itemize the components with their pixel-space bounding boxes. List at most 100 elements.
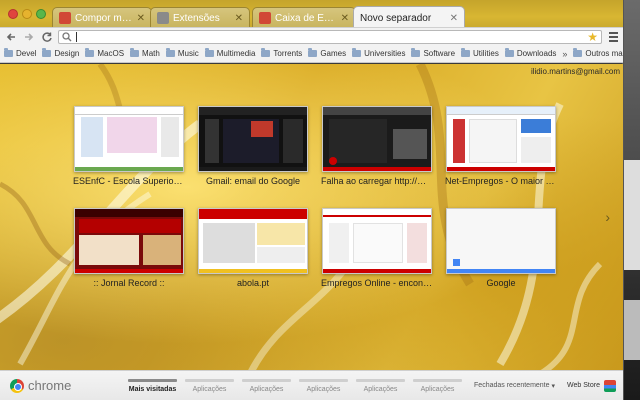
most-visited-tile[interactable]: abola.pt xyxy=(198,208,308,288)
forward-button[interactable] xyxy=(22,30,36,44)
search-icon xyxy=(62,31,72,41)
web-store-icon xyxy=(604,379,616,392)
reload-icon xyxy=(42,31,52,42)
tile-accent-bar xyxy=(75,167,183,171)
bookmark-label: Universities xyxy=(364,49,406,58)
tile-title: abola.pt xyxy=(236,278,270,288)
tile-title: Google xyxy=(486,278,516,288)
bookmark-folder-math[interactable]: Math xyxy=(130,48,160,58)
most-visited-tile[interactable]: Empregos Online - encontre ... xyxy=(321,208,433,288)
thumb-block xyxy=(205,119,219,163)
most-visited-tile[interactable]: Net-Empregos - O maior site... xyxy=(445,106,557,186)
chrome-menu-button[interactable] xyxy=(606,30,620,44)
tile-accent-bar xyxy=(75,269,183,273)
omnibox-input[interactable] xyxy=(81,31,584,42)
bookmark-folder-multimedia[interactable]: Multimedia xyxy=(204,48,255,58)
tile-thumbnail xyxy=(446,106,556,172)
most-visited-tile[interactable]: Google xyxy=(446,208,556,288)
most-visited-tile[interactable]: Falha ao carregar http://my... xyxy=(321,106,433,186)
bookmark-folder-utilities[interactable]: Utilities xyxy=(461,48,499,58)
bookmark-folder-macos[interactable]: MacOS xyxy=(85,48,124,58)
bookmark-label: Devel xyxy=(16,49,37,58)
page-apps[interactable]: Aplicações xyxy=(181,378,238,393)
thumb-header xyxy=(199,107,307,115)
bookmark-folder-universities[interactable]: Universities xyxy=(352,48,406,58)
thumb-block xyxy=(521,119,551,133)
tile-accent-bar xyxy=(323,269,431,273)
tile-accent-bar xyxy=(199,167,307,171)
tile-accent-bar xyxy=(323,167,431,171)
tile-accent-bar xyxy=(447,269,555,273)
bookmark-folder-devel[interactable]: Devel xyxy=(4,48,37,58)
tab-label: Caixa de Entrada (140) - ilidio.martins@… xyxy=(275,12,337,24)
tile-thumbnail xyxy=(74,106,184,172)
folder-icon xyxy=(308,48,318,57)
most-visited-tile[interactable]: :: Jornal Record :: xyxy=(74,208,184,288)
other-bookmarks-folder[interactable]: Outros marcadores xyxy=(573,48,623,58)
signed-in-user-email[interactable]: ilidio.martins@gmail.com xyxy=(531,67,620,76)
page-apps[interactable]: Aplicações xyxy=(352,378,409,393)
tab-inbox[interactable]: Caixa de Entrada (140) - ilidio.martins@… xyxy=(252,7,356,28)
minimize-window-button[interactable] xyxy=(22,9,32,19)
bookmark-label: Downloads xyxy=(516,49,557,58)
bookmark-star-icon[interactable]: ★ xyxy=(587,30,598,44)
omnibox[interactable]: ★ xyxy=(58,29,602,44)
thumb-block xyxy=(407,223,427,263)
web-store-link[interactable]: Web Store xyxy=(567,379,616,392)
folder-icon xyxy=(411,48,421,57)
bookmarks-bar: Devel Design MacOS Math Music Multimedia… xyxy=(0,45,623,63)
browser-window: Compor mensagem - ilidio.martins@... ✕ E… xyxy=(0,0,624,400)
folder-icon xyxy=(204,48,214,57)
page-apps[interactable]: Aplicações xyxy=(295,378,352,393)
thumb-block xyxy=(161,117,179,157)
folder-icon xyxy=(130,48,140,57)
thumb-block xyxy=(329,119,387,163)
close-tab-icon[interactable]: ✕ xyxy=(450,13,458,24)
extensions-favicon-icon xyxy=(157,12,169,24)
recently-closed-menu[interactable]: Fechadas recentemente ▾ xyxy=(474,382,555,390)
folder-icon xyxy=(573,48,583,57)
page-apps[interactable]: Aplicações xyxy=(409,378,466,393)
zoom-window-button[interactable] xyxy=(36,9,46,19)
page-most-visited[interactable]: Mais visitadas xyxy=(124,378,181,393)
bookmark-folder-torrents[interactable]: Torrents xyxy=(261,48,302,58)
tab-extensions[interactable]: Extensões ✕ xyxy=(150,7,250,28)
thumb-block xyxy=(79,219,181,233)
thumb-block xyxy=(329,157,337,165)
thumb-header xyxy=(199,209,307,219)
thumb-header xyxy=(323,107,431,115)
most-visited-tile[interactable]: Gmail: email do Google xyxy=(198,106,308,186)
tab-compose[interactable]: Compor mensagem - ilidio.martins@... ✕ xyxy=(52,7,152,28)
thumb-block xyxy=(81,117,103,157)
most-visited-tile[interactable]: ESEnfC - Escola Superior de E... xyxy=(73,106,185,186)
tab-label: Compor mensagem - ilidio.martins@... xyxy=(75,12,133,24)
bookmark-folder-games[interactable]: Games xyxy=(308,48,346,58)
thumb-block xyxy=(107,117,157,153)
back-button[interactable] xyxy=(4,30,18,44)
folder-icon xyxy=(42,48,52,57)
tile-thumbnail xyxy=(446,208,556,274)
background-panel xyxy=(622,300,640,360)
tab-strip: Compor mensagem - ilidio.martins@... ✕ E… xyxy=(0,0,623,29)
close-tab-icon[interactable]: ✕ xyxy=(137,13,145,24)
close-tab-icon[interactable]: ✕ xyxy=(341,13,349,24)
reload-button[interactable] xyxy=(40,30,54,44)
bookmark-folder-software[interactable]: Software xyxy=(411,48,455,58)
tab-new-tab[interactable]: Novo separador ✕ xyxy=(353,6,465,29)
next-page-chevron-icon[interactable]: › xyxy=(605,209,610,225)
close-window-button[interactable] xyxy=(8,9,18,19)
bookmark-label: Outros marcadores xyxy=(585,49,623,58)
thumb-header xyxy=(447,107,555,115)
bookmark-folder-music[interactable]: Music xyxy=(165,48,199,58)
tile-title: Net-Empregos - O maior site... xyxy=(445,176,557,186)
menu-line xyxy=(608,39,618,42)
ntp-footer: chrome Mais visitadas Aplicações Aplicaç… xyxy=(0,370,623,400)
page-apps[interactable]: Aplicações xyxy=(238,378,295,393)
bookmarks-overflow-button[interactable]: » xyxy=(562,49,567,59)
bookmark-folder-design[interactable]: Design xyxy=(42,48,79,58)
close-tab-icon[interactable]: ✕ xyxy=(235,13,243,24)
folder-icon xyxy=(261,48,271,57)
bookmark-folder-downloads[interactable]: Downloads xyxy=(504,48,557,58)
folder-icon xyxy=(352,48,362,57)
toolbar: ★ xyxy=(0,27,623,45)
